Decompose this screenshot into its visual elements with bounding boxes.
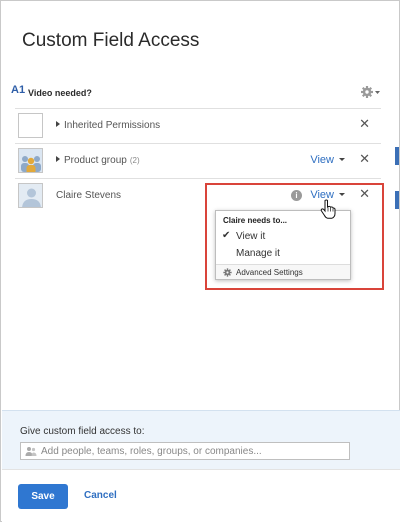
group-icon (18, 148, 43, 173)
background-stripe (395, 191, 399, 209)
cancel-button[interactable]: Cancel (84, 490, 117, 501)
blank-avatar-icon (18, 113, 43, 138)
option-label: View it (236, 231, 266, 242)
permission-label: View (310, 154, 334, 166)
member-count: (2) (129, 156, 140, 165)
gear-icon (223, 268, 232, 277)
access-row-inherited: Inherited Permissions ✕ (15, 108, 381, 143)
product-group-toggle[interactable]: Product group (2) (56, 155, 140, 166)
remove-product-group-button[interactable]: ✕ (359, 152, 370, 165)
person-avatar-icon (18, 183, 43, 208)
option-label: Manage it (236, 248, 280, 259)
access-row-product-group: Product group (2) View ✕ (15, 143, 381, 178)
menu-title: Claire needs to... (223, 216, 288, 225)
advanced-settings-label: Advanced Settings (236, 268, 303, 277)
row-label: Product group (64, 155, 127, 166)
field-header: A1 Video needed? (11, 84, 381, 102)
gear-icon (361, 86, 380, 98)
save-button[interactable]: Save (18, 484, 68, 509)
background-stripe (395, 147, 399, 165)
dialog-footer: Save Cancel (2, 469, 400, 522)
people-icon (25, 447, 37, 456)
checkmark-icon: ✔ (222, 230, 231, 241)
expand-caret-icon (56, 156, 60, 162)
row-label: Claire Stevens (56, 190, 122, 201)
row-label: Inherited Permissions (64, 120, 161, 131)
hand-cursor-icon (320, 199, 336, 219)
menu-option-manage-it[interactable]: Manage it (216, 245, 350, 262)
share-access-panel: Give custom field access to: (2, 410, 400, 469)
share-label: Give custom field access to: (20, 426, 145, 437)
product-group-permission-dropdown[interactable]: View (310, 154, 345, 166)
share-search-input[interactable] (20, 442, 350, 460)
custom-field-access-dialog: Custom Field Access A1 Video needed? Inh… (0, 0, 400, 522)
field-name: Video needed? (28, 88, 92, 98)
permission-menu: Claire needs to... ✔ View it Manage it A… (215, 210, 351, 280)
inherited-permissions-toggle[interactable]: Inherited Permissions (56, 120, 160, 131)
field-settings-button[interactable] (361, 85, 381, 99)
field-type-badge: A1 (11, 84, 26, 96)
menu-option-view-it[interactable]: ✔ View it (216, 228, 350, 245)
remove-inherited-button[interactable]: ✕ (359, 117, 370, 130)
advanced-settings-button[interactable]: Advanced Settings (216, 264, 350, 279)
dropdown-arrow-icon (339, 158, 345, 161)
dialog-title: Custom Field Access (22, 30, 200, 51)
expand-caret-icon (56, 121, 60, 127)
